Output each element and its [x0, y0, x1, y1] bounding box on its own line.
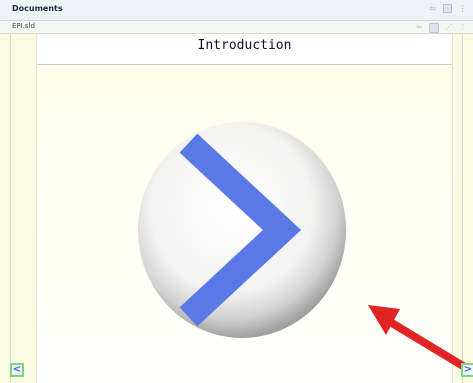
chevron-left-icon: < — [12, 364, 22, 375]
next-arrow-icon — [138, 122, 346, 338]
more-options-icon[interactable]: ⋮ — [458, 4, 467, 13]
back-arrow-icon[interactable]: ⇦ — [428, 4, 437, 13]
slide-header: Introduction — [37, 34, 452, 65]
more-options-icon[interactable]: ⋮ — [459, 23, 467, 31]
next-slide-button[interactable]: > — [461, 363, 473, 377]
previous-slide-button[interactable]: < — [10, 363, 24, 377]
restore-icon[interactable] — [429, 23, 439, 33]
back-arrow-icon[interactable]: ⇦ — [415, 23, 423, 31]
chevron-right-icon: > — [463, 364, 473, 375]
document-tab[interactable]: EPI.sld — [12, 22, 35, 30]
red-pointer-arrow-icon — [368, 305, 472, 373]
document-tab-bar: EPI.sld ⇦ ⋰ ⋮ — [0, 21, 473, 34]
maximize-icon[interactable] — [443, 4, 452, 13]
titlebar-controls: ⇦ ⋮ — [428, 4, 467, 13]
left-gutter — [10, 34, 11, 383]
window-titlebar: Documents ⇦ ⋮ — [0, 0, 473, 21]
window-title: Documents — [12, 4, 63, 13]
grid-icon[interactable]: ⋰ — [445, 23, 453, 31]
tab-controls: ⇦ ⋰ ⋮ — [415, 23, 467, 33]
slide-title: Introduction — [197, 38, 292, 53]
